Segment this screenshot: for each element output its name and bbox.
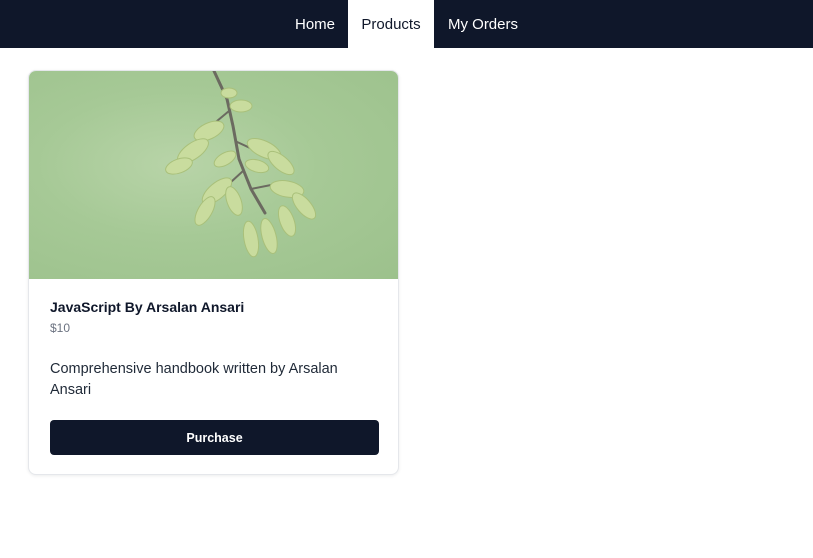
nav-my-orders[interactable]: My Orders — [434, 0, 532, 48]
nav-products[interactable]: Products — [348, 0, 434, 48]
nav-home[interactable]: Home — [282, 0, 348, 48]
product-title: JavaScript By Arsalan Ansari — [50, 299, 245, 315]
purchase-button[interactable]: Purchase — [50, 420, 379, 455]
product-price: $10 — [50, 321, 71, 335]
top-navigation: Home Products My Orders — [0, 0, 813, 48]
product-image — [29, 71, 398, 279]
product-description: Comprehensive handbook written by Arsala… — [50, 361, 338, 398]
product-card: JavaScript By Arsalan Ansari $10 Compreh… — [28, 70, 399, 475]
branch-illustration — [165, 71, 317, 258]
